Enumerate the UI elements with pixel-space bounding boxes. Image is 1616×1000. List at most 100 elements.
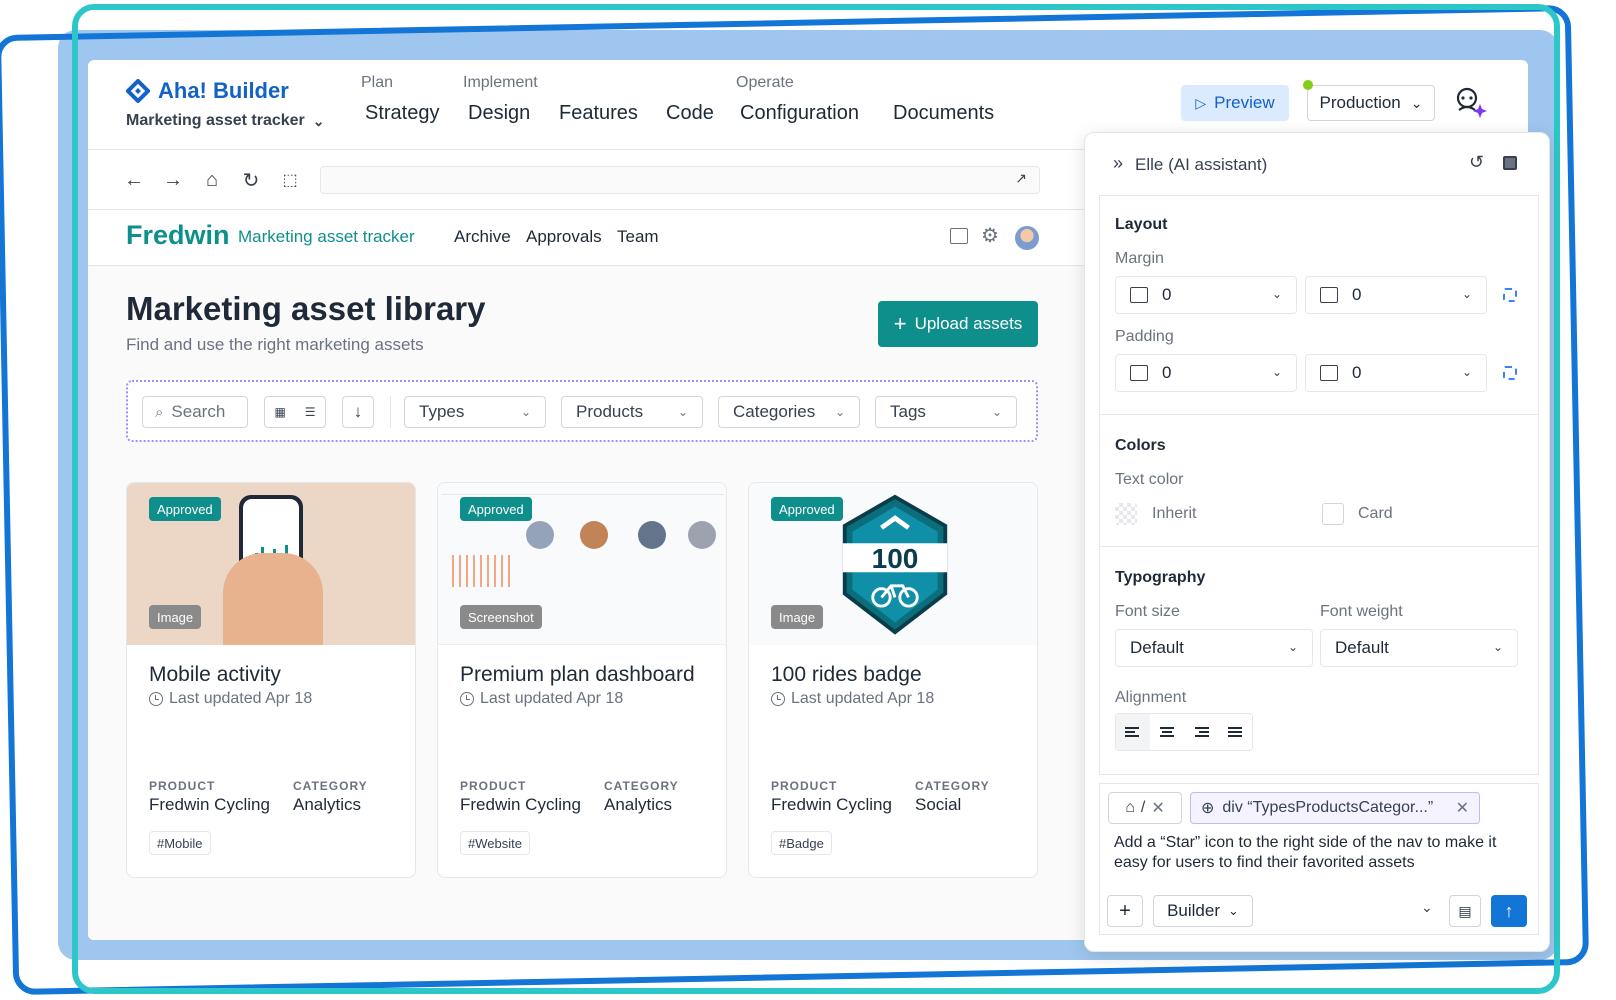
nav-item-features[interactable]: Features <box>559 102 638 125</box>
chevron-down-icon: ⌄ <box>1461 287 1472 301</box>
forward-arrow-icon[interactable]: → <box>161 168 185 192</box>
asset-card[interactable]: Approved Screenshot Premium plan dashboa… <box>437 482 727 878</box>
site-link-approvals[interactable]: Approvals <box>526 227 602 247</box>
align-right-icon[interactable] <box>1184 714 1218 750</box>
card-updated-label: Last updated Apr 18 <box>791 690 935 707</box>
chevron-down-icon: ⌄ <box>312 112 325 129</box>
margin-vertical-icon <box>1320 287 1338 303</box>
send-button[interactable]: ↑ <box>1491 895 1527 927</box>
colors-title: Colors <box>1115 437 1166 454</box>
upload-assets-button[interactable]: + Upload assets <box>878 301 1038 347</box>
font-weight-value: Default <box>1335 638 1389 657</box>
dashboard-header-strip <box>442 485 724 495</box>
grid-view-icon[interactable]: ▦ <box>274 405 285 419</box>
nav-item-code[interactable]: Code <box>666 102 714 125</box>
environment-select[interactable]: Production ⌄ <box>1307 85 1435 121</box>
select-element-icon[interactable]: ⬚ <box>278 168 302 192</box>
link-paddings-icon[interactable] <box>1503 366 1517 380</box>
product-value: Fredwin Cycling <box>149 795 270 814</box>
filter-products[interactable]: Products ⌄ <box>561 396 703 428</box>
context-home-chip[interactable]: ⌂ / ✕ <box>1108 792 1182 824</box>
close-icon[interactable]: ✕ <box>1151 798 1164 818</box>
search-placeholder: Search <box>171 402 226 421</box>
asset-card[interactable]: Approved Image Mobile activity Last upda… <box>126 482 416 878</box>
font-weight-select[interactable]: Default ⌄ <box>1320 629 1518 667</box>
site-brand[interactable]: Fredwin <box>126 220 230 251</box>
filter-tags[interactable]: Tags ⌄ <box>875 396 1017 428</box>
list-view-icon[interactable]: ☰ <box>305 405 316 419</box>
nav-item-strategy[interactable]: Strategy <box>365 102 439 125</box>
gear-icon[interactable]: ⚙ <box>981 223 999 248</box>
card-updated-label: Last updated Apr 18 <box>480 690 624 707</box>
avatar[interactable] <box>1015 226 1039 250</box>
padding-horizontal-select[interactable]: 0 ⌄ <box>1115 354 1297 392</box>
tag-chip[interactable]: #Mobile <box>149 831 211 855</box>
chevron-down-icon: ⌄ <box>991 405 1002 419</box>
mode-select[interactable]: Builder ⌄ <box>1153 895 1253 927</box>
context-element-chip[interactable]: ⊕ div “TypesProductsCategor...” ✕ <box>1190 792 1480 824</box>
filter-types[interactable]: Types ⌄ <box>404 396 546 428</box>
layout-section: Layout Margin 0 ⌄ 0 ⌄ Padding 0 ⌄ 0 ⌄ <box>1099 195 1539 415</box>
close-icon[interactable]: ✕ <box>1456 798 1469 818</box>
tag-chip[interactable]: #Badge <box>771 831 832 855</box>
url-bar[interactable]: ↗ <box>320 166 1040 194</box>
asset-card[interactable]: 100 Approved Image 100 rides badge Last … <box>748 482 1038 878</box>
prompt-input[interactable]: Add a “Star” icon to the right side of t… <box>1114 833 1534 873</box>
chevron-down-icon: ⌄ <box>1271 365 1282 379</box>
category-value: Analytics <box>604 795 673 814</box>
collapse-panel-icon[interactable]: » <box>1113 153 1123 174</box>
stop-icon[interactable] <box>1503 156 1517 170</box>
home-icon[interactable]: ⌂ <box>200 168 224 192</box>
filter-categories[interactable]: Categories ⌄ <box>718 396 860 428</box>
clipboard-icon: ▤ <box>1458 902 1472 919</box>
tag-chip[interactable]: #Website <box>460 831 530 855</box>
environment-status-dot <box>1303 80 1313 90</box>
environment-label: Production <box>1319 93 1401 112</box>
home-icon: ⌂ <box>1125 799 1135 816</box>
chevron-down-icon: ⌄ <box>1228 903 1239 918</box>
layout-title: Layout <box>1115 216 1168 233</box>
align-justify-icon[interactable] <box>1218 714 1252 750</box>
card-updated-label: Last updated Apr 18 <box>169 690 313 707</box>
clock-icon <box>460 692 474 706</box>
filter-categories-label: Categories <box>733 402 816 421</box>
padding-vertical-select[interactable]: 0 ⌄ <box>1305 354 1487 392</box>
play-icon: ▷ <box>1195 94 1207 111</box>
nav-item-design[interactable]: Design <box>468 102 530 125</box>
margin-label: Margin <box>1115 250 1164 267</box>
view-toggle[interactable]: ▦ ☰ <box>264 396 326 428</box>
book-icon[interactable] <box>950 228 968 244</box>
sort-button[interactable]: ↓ <box>342 396 374 428</box>
status-badge: Approved <box>771 497 843 521</box>
inherit-swatch[interactable] <box>1115 503 1137 525</box>
alignment-group <box>1115 713 1253 751</box>
chevron-down-icon: ⌄ <box>1410 94 1423 111</box>
font-size-select[interactable]: Default ⌄ <box>1115 629 1313 667</box>
add-attachment-button[interactable]: + <box>1107 895 1143 927</box>
align-left-icon[interactable] <box>1116 714 1150 750</box>
align-center-icon[interactable] <box>1150 714 1184 750</box>
site-link-team[interactable]: Team <box>617 227 659 247</box>
back-arrow-icon[interactable]: ← <box>122 168 146 192</box>
refresh-icon[interactable]: ↻ <box>239 168 263 192</box>
card-swatch[interactable] <box>1322 503 1344 525</box>
ai-assistant-icon[interactable] <box>1453 86 1487 118</box>
preview-button[interactable]: ▷ Preview <box>1181 85 1289 121</box>
chevron-down-icon: ⌄ <box>1271 287 1282 301</box>
site-link-archive[interactable]: Archive <box>454 227 511 247</box>
clipboard-button[interactable]: ▤ <box>1449 895 1481 927</box>
external-link-icon[interactable]: ↗ <box>1015 170 1027 187</box>
margin-horizontal-select[interactable]: 0 ⌄ <box>1115 276 1297 314</box>
nav-item-documents[interactable]: Documents <box>893 102 994 125</box>
nav-item-configuration[interactable]: Configuration <box>740 102 859 125</box>
history-icon[interactable]: ↺ <box>1469 152 1484 173</box>
product-selector[interactable]: Marketing asset tracker ⌄ <box>126 112 325 130</box>
badge-number: 100 <box>871 543 919 574</box>
send-arrow-icon: ↑ <box>1504 900 1514 921</box>
search-input[interactable]: ⌕ Search <box>142 396 248 428</box>
margin-vertical-select[interactable]: 0 ⌄ <box>1305 276 1487 314</box>
app-logo[interactable]: Aha! Builder <box>126 78 289 104</box>
nav-group-implement: Implement <box>463 74 538 91</box>
link-margins-icon[interactable] <box>1503 288 1517 302</box>
chevron-down-icon[interactable]: ⌄ <box>1421 899 1433 916</box>
